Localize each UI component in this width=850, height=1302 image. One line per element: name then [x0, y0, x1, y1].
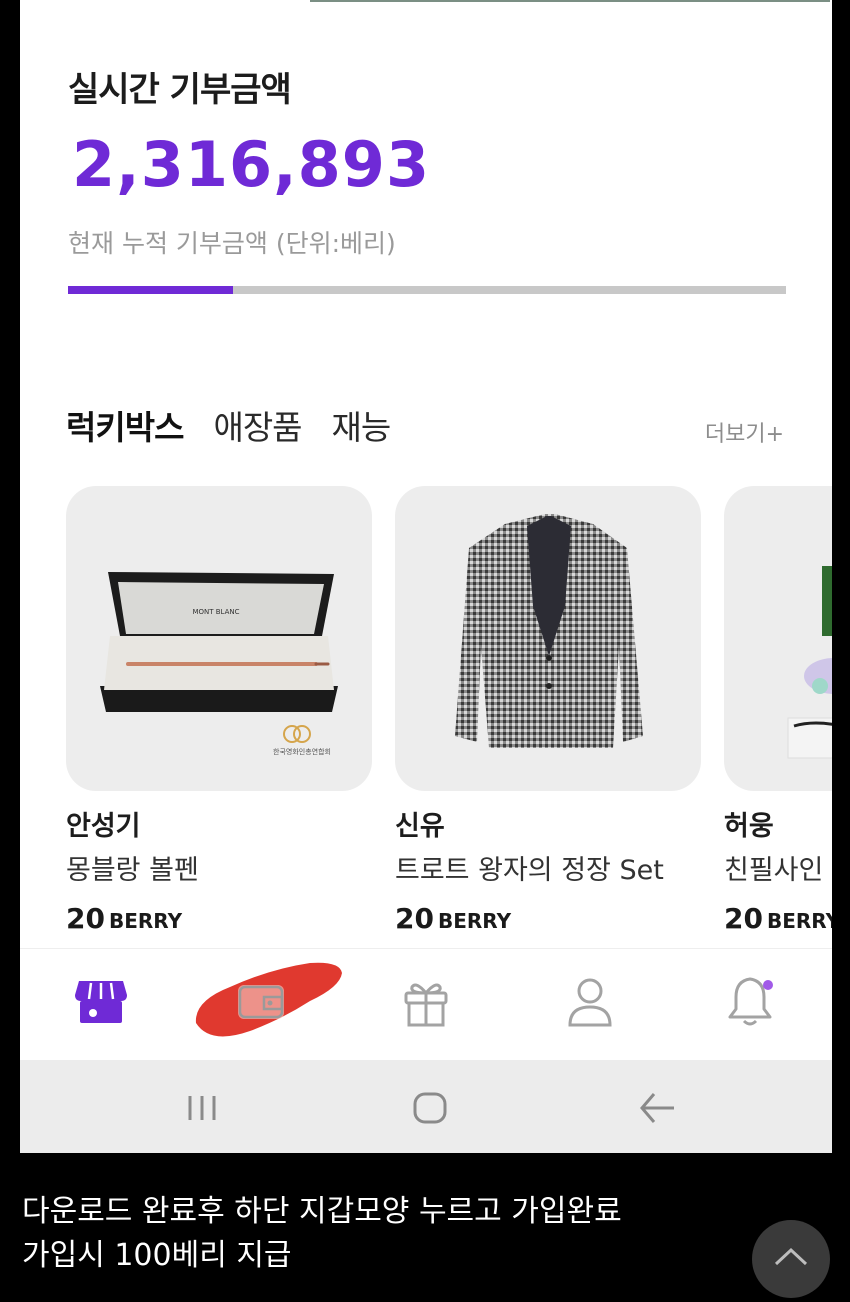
- tab-talent[interactable]: 재능: [332, 401, 392, 449]
- store-icon[interactable]: [71, 971, 131, 1031]
- product-celebrity-name: 허웅: [724, 811, 774, 842]
- recent-apps-icon[interactable]: [180, 1086, 224, 1130]
- chevron-up-icon: [774, 1247, 808, 1266]
- product-card[interactable]: 허웅 친필사인 ... 20BERRY: [724, 486, 832, 935]
- back-icon[interactable]: [634, 1086, 678, 1130]
- caption-line-2: 가입시 100베리 지급: [22, 1238, 292, 1273]
- price-unit: BERRY: [437, 909, 512, 933]
- product-price: 20BERRY: [395, 902, 511, 935]
- more-link[interactable]: 더보기+: [705, 416, 784, 448]
- bell-icon[interactable]: [720, 971, 780, 1031]
- bottom-navigation: [20, 948, 832, 1061]
- home-icon[interactable]: [408, 1086, 452, 1130]
- tab-luckybox[interactable]: 럭키박스: [66, 401, 184, 449]
- price-value: 20: [724, 902, 763, 935]
- product-list: MONT BLANC 한국영화인총연합회 안성기 몽블랑 볼펜 20BERRY: [66, 486, 832, 936]
- notification-badge: [763, 980, 773, 990]
- donation-progress-fill: [68, 286, 234, 294]
- product-card[interactable]: 신유 트로트 왕자의 정장 Set 20 BERRY: [395, 486, 701, 935]
- price-value: 20: [395, 902, 434, 935]
- product-item-name: 친필사인 ...: [724, 855, 832, 886]
- product-price: 20BERRY: [724, 902, 832, 935]
- product-item-name: 트로트 왕자의 정장 Set: [395, 855, 664, 886]
- product-celebrity-name: 신유: [395, 811, 445, 842]
- price-unit: BERRY: [108, 909, 183, 933]
- product-celebrity-name: 안성기: [66, 811, 141, 842]
- gift-icon[interactable]: [396, 971, 456, 1031]
- category-tabs: 럭키박스 애장품 재능: [66, 400, 392, 450]
- product-card[interactable]: MONT BLANC 한국영화인총연합회 안성기 몽블랑 볼펜 20 BERRY: [66, 486, 372, 935]
- price-unit: BERRY: [766, 909, 832, 933]
- product-image-suit: [395, 486, 701, 791]
- product-price: 20BERRY: [66, 902, 182, 935]
- tab-collectibles[interactable]: 애장품: [213, 401, 302, 449]
- svg-text:MONT BLANC: MONT BLANC: [192, 608, 239, 616]
- donation-amount: 2,316,893: [72, 128, 431, 201]
- top-divider: [310, 0, 830, 2]
- scroll-to-top-button[interactable]: [752, 1220, 830, 1298]
- donation-subtitle: 현재 누적 기부금액 (단위:베리): [68, 229, 396, 258]
- wallet-icon[interactable]: [190, 957, 350, 1047]
- caption-line-1: 다운로드 완료후 하단 지갑모양 누르고 가입완료: [22, 1194, 622, 1229]
- price-value: 20: [66, 902, 105, 935]
- product-item-name: 몽블랑 볼펜: [66, 855, 199, 886]
- profile-icon[interactable]: [560, 971, 620, 1031]
- system-navigation-bar: [20, 1060, 832, 1153]
- product-image-pen: MONT BLANC 한국영화인총연합회: [66, 486, 372, 791]
- svg-text:한국영화인총연합회: 한국영화인총연합회: [273, 747, 331, 756]
- donation-title: 실시간 기부금액: [68, 70, 292, 110]
- donation-progress-bar: [68, 286, 786, 294]
- app-screen: 실시간 기부금액 2,316,893 현재 누적 기부금액 (단위:베리) 럭키…: [20, 0, 832, 1153]
- product-image-shoes: [724, 486, 832, 791]
